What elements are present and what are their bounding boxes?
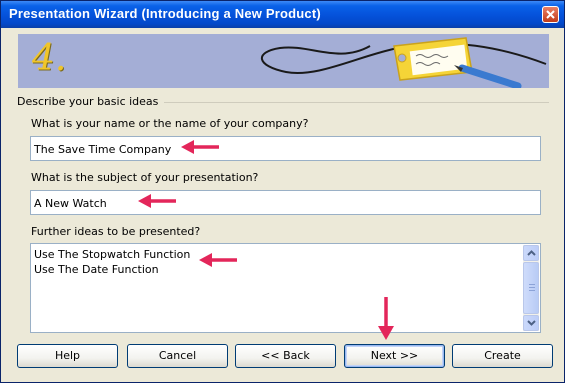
create-label: Create (484, 349, 521, 362)
next-label: Next >> (370, 349, 419, 362)
cancel-label: Cancel (158, 349, 197, 362)
vertical-scrollbar[interactable] (523, 245, 539, 331)
grip-line (529, 284, 535, 285)
name-value: The Save Time Company (34, 143, 172, 156)
wizard-banner: 4. (18, 34, 549, 88)
group-heading: Describe your basic ideas (17, 95, 159, 108)
close-icon (546, 10, 555, 19)
title-bar[interactable]: Presentation Wizard (Introducing a New P… (1, 1, 564, 28)
close-button[interactable] (542, 6, 559, 23)
next-button[interactable]: Next >> (344, 344, 445, 368)
ideas-line: Use The Stopwatch Function (34, 248, 191, 261)
back-label: << Back (261, 349, 310, 362)
create-button[interactable]: Create (452, 344, 553, 368)
scroll-up-button[interactable] (523, 245, 539, 261)
pointer-arrow (199, 253, 237, 267)
help-button[interactable]: Help (17, 344, 118, 368)
ideas-textarea[interactable]: Use The Stopwatch Function Use The Date … (30, 243, 541, 333)
grip-line (529, 290, 535, 291)
scroll-up-icon (527, 250, 536, 256)
window-title: Presentation Wizard (Introducing a New P… (9, 6, 321, 21)
scroll-thumb[interactable] (523, 262, 539, 314)
pointer-arrow (181, 140, 219, 154)
name-label: What is your name or the name of your co… (31, 117, 309, 130)
group-divider (164, 102, 549, 103)
grip-line (529, 287, 535, 288)
back-button[interactable]: << Back (235, 344, 336, 368)
name-field[interactable]: The Save Time Company (30, 136, 541, 161)
wizard-window: Presentation Wizard (Introducing a New P… (0, 0, 565, 383)
scroll-down-button[interactable] (523, 315, 539, 331)
tag-illustration (260, 37, 547, 88)
subject-field[interactable]: A New Watch (30, 190, 541, 215)
scroll-down-icon (527, 320, 536, 326)
help-label: Help (54, 349, 81, 362)
pointer-arrow (378, 297, 394, 340)
pointer-arrow (138, 194, 176, 208)
cancel-button[interactable]: Cancel (127, 344, 228, 368)
subject-label: What is the subject of your presentation… (31, 171, 259, 184)
ideas-line: Use The Date Function (34, 263, 159, 276)
subject-value: A New Watch (34, 197, 107, 210)
ideas-label: Further ideas to be presented? (31, 225, 201, 238)
